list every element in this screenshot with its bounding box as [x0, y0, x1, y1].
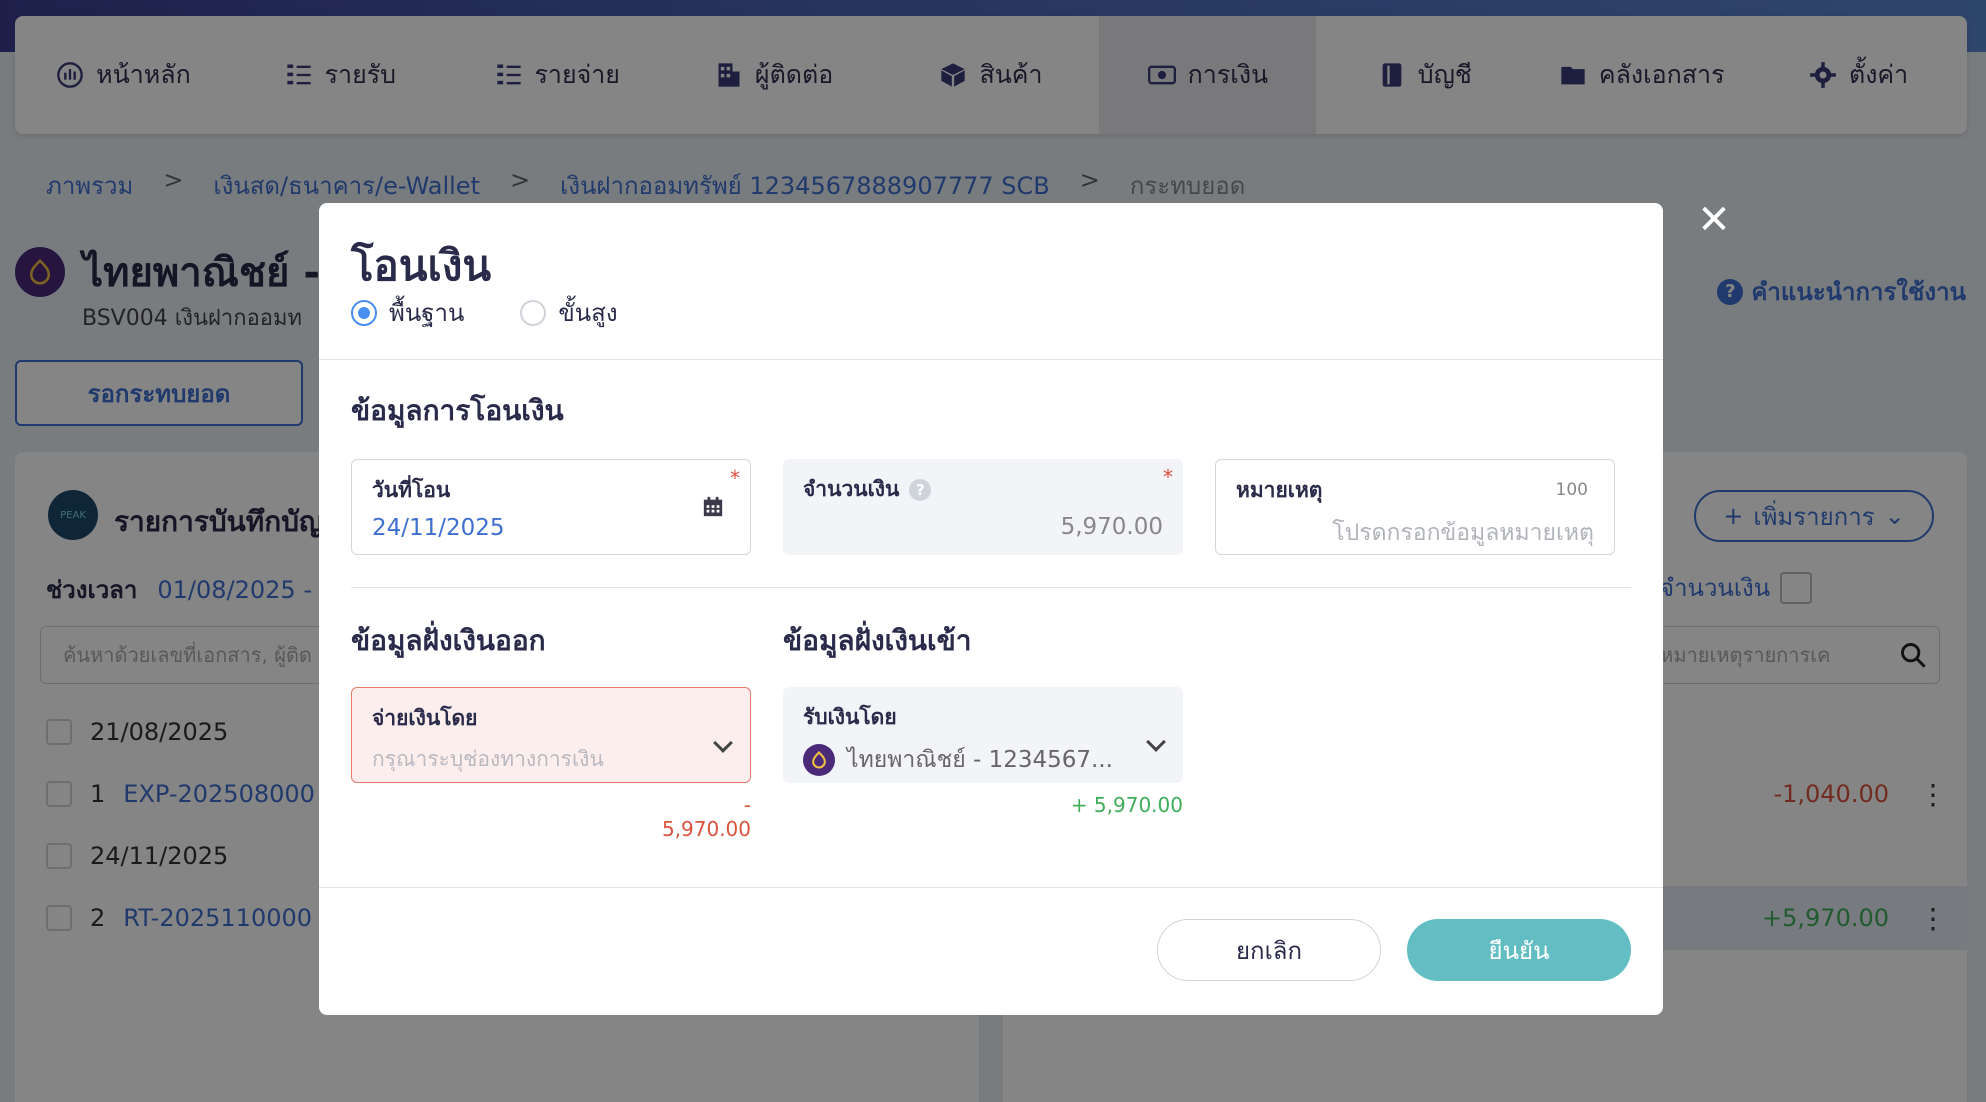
transfer-date-label: วันที่โอน	[372, 478, 451, 502]
help-question-icon[interactable]: ?	[909, 478, 932, 501]
required-marker: *	[1163, 465, 1173, 489]
mode-radio-group: พื้นฐาน ขั้นสูง	[351, 293, 618, 332]
note-placeholder[interactable]: โปรดกรอกข้อมูลหมายเหตุ	[1236, 515, 1594, 551]
pay-by-select[interactable]: จ่ายเงินโดย กรุณาระบุช่องทางการเงิน	[351, 687, 751, 783]
pay-by-placeholder: กรุณาระบุช่องทางการเงิน	[372, 747, 604, 771]
transfer-money-dialog: โอนเงิน พื้นฐาน ขั้นสูง ข้อมูลการโอนเงิน…	[319, 203, 1663, 1015]
transfer-amount-field[interactable]: * จำนวนเงิน ? 5,970.00	[783, 459, 1183, 555]
mode-advanced-label: ขั้นสูง	[558, 299, 618, 327]
receive-by-value-row: ไทยพาณิชย์ - 1234567...	[803, 742, 1163, 778]
transfer-amount-label: จำนวนเงิน	[803, 477, 900, 501]
mode-basic-label: พื้นฐาน	[389, 299, 465, 327]
transfer-date-field[interactable]: * วันที่โอน 24/11/2025	[351, 459, 751, 555]
note-field[interactable]: 100 หมายเหตุ โปรดกรอกข้อมูลหมายเหตุ	[1215, 459, 1615, 555]
radio-unselected-icon[interactable]	[520, 299, 547, 326]
mode-basic-radio[interactable]: พื้นฐาน	[351, 293, 464, 332]
cancel-button[interactable]: ยกเลิก	[1157, 919, 1381, 981]
note-char-counter: 100	[1555, 480, 1588, 500]
close-icon[interactable]: ✕	[1694, 200, 1734, 240]
dialog-title: โอนเงิน	[351, 241, 492, 290]
bank-logo-icon	[803, 744, 835, 776]
mode-advanced-radio[interactable]: ขั้นสูง	[520, 293, 618, 332]
transfer-info-heading: ข้อมูลการโอนเงิน	[351, 394, 564, 427]
confirm-button[interactable]: ยืนยัน	[1407, 919, 1631, 981]
receive-by-label: รับเงินโดย	[803, 705, 897, 729]
pay-by-label: จ่ายเงินโดย	[372, 706, 478, 730]
section-divider	[351, 587, 1631, 588]
required-marker: *	[730, 466, 740, 490]
incoming-amount: + 5,970.00	[1070, 793, 1183, 817]
transfer-amount-value[interactable]: 5,970.00	[803, 514, 1163, 540]
calendar-icon[interactable]	[702, 496, 724, 518]
outgoing-amount: - 5,970.00	[661, 793, 751, 841]
outgoing-info-heading: ข้อมูลฝั่งเงินออก	[351, 624, 546, 657]
note-label: หมายเหตุ	[1236, 478, 1323, 502]
header-divider	[319, 359, 1663, 360]
incoming-info-heading: ข้อมูลฝั่งเงินเข้า	[783, 624, 972, 657]
transfer-amount-label-row: จำนวนเงิน ?	[803, 473, 1163, 506]
radio-selected-icon[interactable]	[351, 299, 377, 326]
footer-divider	[319, 887, 1663, 888]
transfer-date-value[interactable]: 24/11/2025	[372, 515, 730, 541]
receive-by-select[interactable]: รับเงินโดย ไทยพาณิชย์ - 1234567...	[783, 687, 1183, 783]
receive-by-value: ไทยพาณิชย์ - 1234567...	[847, 747, 1113, 773]
